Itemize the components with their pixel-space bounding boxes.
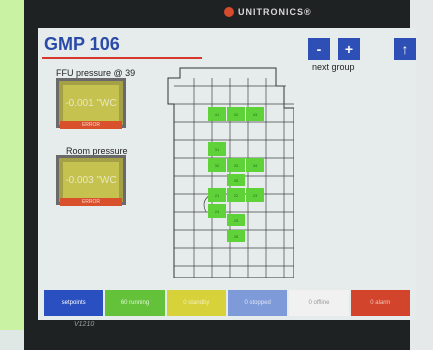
page-title: GMP 106 [44,34,120,54]
ffu-error-badge: ERROR [60,121,122,129]
ffu-label-23: 23 [253,193,258,198]
next-group-button[interactable]: + [338,38,360,60]
ffu-label-26: 26 [234,234,239,239]
running-count-button[interactable]: 60 running [105,290,165,316]
ffu-label-31: 31 [215,147,220,152]
ffu-pressure-value: -0.001 "WC [63,85,119,121]
title-underline [42,57,202,59]
ffu-label-42: 42 [234,112,239,117]
ffu-label-21: 21 [215,193,220,198]
brand-name: UNITRONICS® [238,7,312,17]
room-error-badge: ERROR [60,198,122,206]
ffu-label-35: 35 [234,178,239,183]
ffu-label-32: 32 [215,163,220,168]
ffu-pressure-label: FFU pressure @ 39 [56,68,136,78]
next-group-label: next group [312,62,355,72]
ffu-label-33: 33 [234,163,239,168]
floor-plan-outline [167,67,294,278]
brand: UNITRONICS® [224,6,312,18]
alarm-count-button[interactable]: 0 alarm [350,290,410,316]
ffu-label-34: 34 [253,163,258,168]
status-legend: setpoints 60 running 0 standby 0 stopped… [38,290,416,320]
ffu-label-25: 25 [234,218,239,223]
brand-logo-icon [224,7,234,17]
offline-count-button[interactable]: 0 offline [289,290,349,316]
ffu-label-22: 22 [234,193,239,198]
previous-group-button[interactable]: - [308,38,330,60]
ffu-label-43: 43 [253,112,258,117]
ffu-label-24: 24 [215,209,220,214]
room-pressure-value: -0.003 "WC [63,162,119,198]
device-model: V1210 [74,321,95,328]
up-arrow-button[interactable]: ↑ [394,38,416,60]
floor-plan: 41 42 43 31 32 33 34 35 21 22 23 24 25 2… [167,67,294,278]
ffu-label-41: 41 [215,112,220,117]
standby-count-button[interactable]: 0 standby [166,290,226,316]
setpoints-button[interactable]: setpoints [44,290,104,316]
stopped-count-button[interactable]: 0 stopped [227,290,288,316]
hmi-screen: GMP 106 - + ↑ next group FFU pressure @ … [38,28,416,320]
